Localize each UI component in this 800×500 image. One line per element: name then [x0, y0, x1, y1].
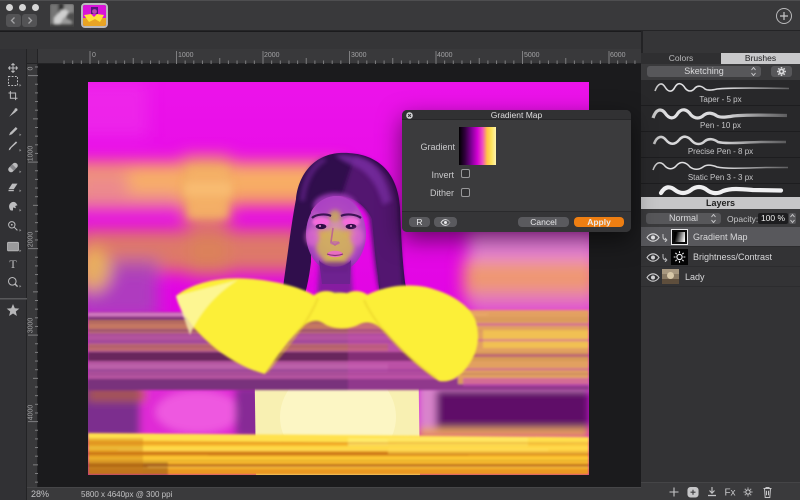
svg-text:T: T [9, 257, 17, 271]
svg-text:Fx: Fx [724, 488, 735, 499]
